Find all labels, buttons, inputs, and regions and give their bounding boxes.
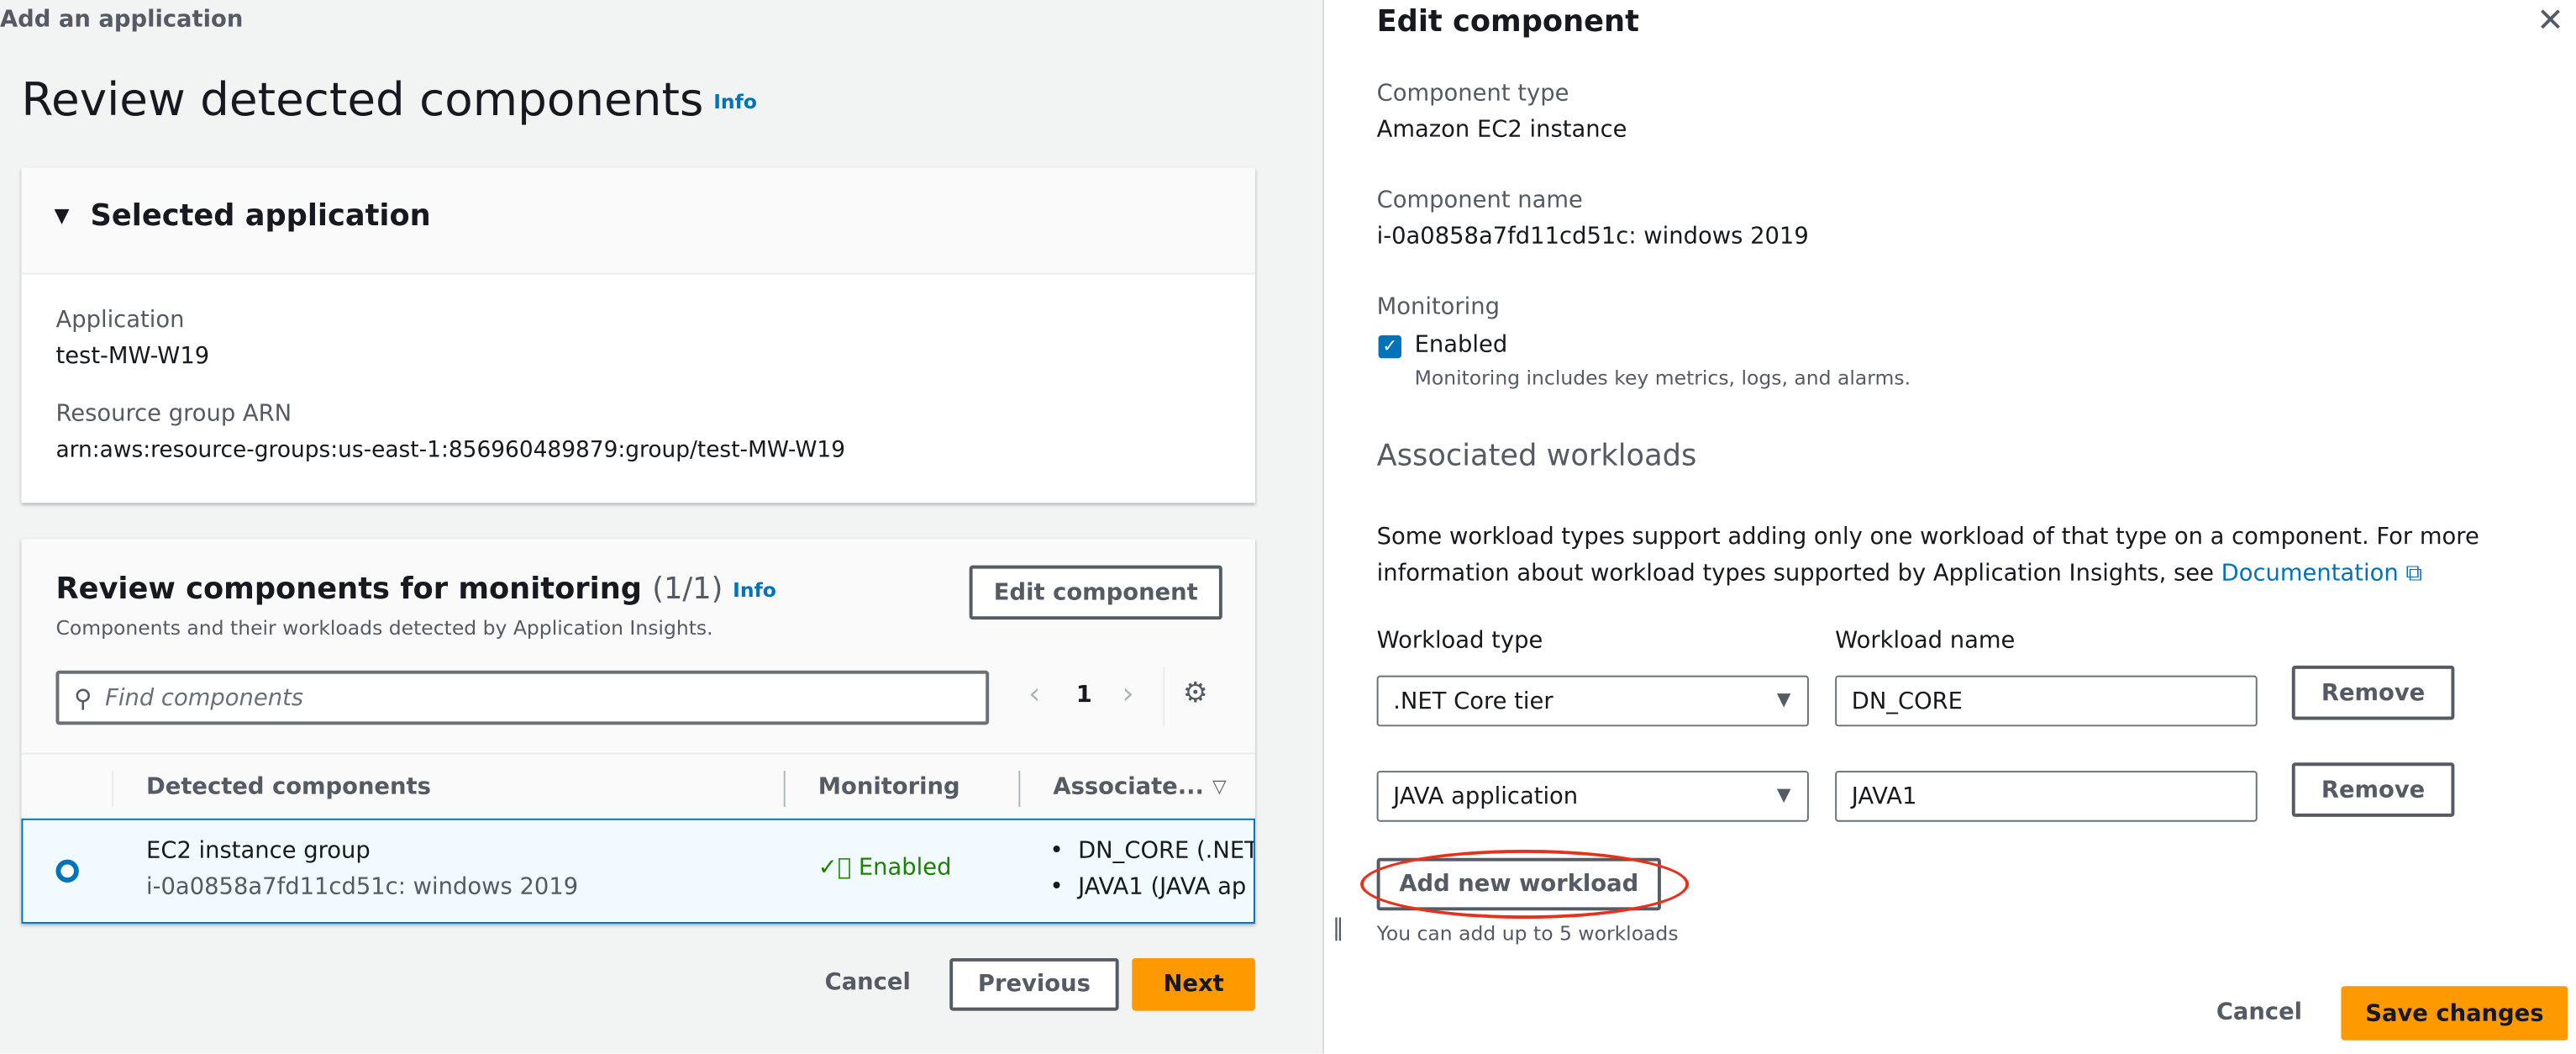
monitoring-hint: Monitoring includes key metrics, logs, a… (1414, 366, 1911, 390)
remove-workload-button[interactable]: Remove (2291, 665, 2455, 720)
component-name: EC2 instance group (146, 838, 371, 865)
gear-icon[interactable]: ⚙ (1183, 677, 1208, 710)
external-link-icon: ⧉ (2405, 560, 2422, 588)
workload-type-label: Workload type (1376, 627, 1543, 655)
column-header-associated-workloads[interactable]: Associate... (1053, 774, 1204, 800)
info-link[interactable]: Info (713, 91, 757, 113)
panel-title: Edit component (1376, 4, 1639, 40)
selected-application-card: ▼ Selected application Application test-… (21, 167, 1255, 503)
section-title: Selected application (90, 198, 431, 234)
chevron-right-icon[interactable]: › (1122, 677, 1134, 712)
resize-handle-icon[interactable]: ‖ (1333, 915, 1344, 941)
search-icon: ⚲ (73, 682, 92, 713)
save-changes-button[interactable]: Save changes (2341, 986, 2568, 1041)
previous-button[interactable]: Previous (949, 957, 1119, 1011)
workload-item: • JAVA1 (JAVA ap (1049, 874, 1247, 901)
panel-cancel-button[interactable]: Cancel (2216, 999, 2302, 1025)
page-number[interactable]: 1 (1076, 682, 1092, 708)
workload-type-select[interactable]: JAVA application ▼ (1376, 771, 1809, 822)
check-circle-icon: ✓⃝ (817, 854, 852, 882)
edit-component-panel: Edit component ✕ Component type Amazon E… (1322, 0, 2576, 1054)
row-radio[interactable] (55, 859, 79, 883)
component-type-label: Component type (1376, 80, 1569, 108)
review-title-text: Review components for monitoring (55, 572, 643, 607)
chevron-left-icon[interactable]: ‹ (1028, 677, 1040, 712)
workload-name-input[interactable]: JAVA1 (1835, 771, 2258, 822)
page-title-text: Review detected components (21, 72, 704, 127)
arn-value: arn:aws:resource-groups:us-east-1:856960… (55, 437, 846, 464)
add-workload-hint: You can add up to 5 workloads (1376, 921, 1679, 946)
column-header-monitoring[interactable]: Monitoring (818, 774, 960, 800)
monitoring-checkbox-label[interactable]: Enabled (1415, 332, 1508, 358)
workloads-header: Associated workloads (1376, 439, 1697, 474)
workload-text: DN_CORE (.NET (1078, 838, 1255, 865)
caret-down-icon: ▼ (1776, 783, 1791, 806)
monitoring-checkbox[interactable]: ✓ (1378, 335, 1401, 359)
review-count: (1/1) (652, 572, 723, 607)
column-header-detected-components[interactable]: Detected components (146, 774, 431, 800)
monitoring-label: Monitoring (1376, 294, 1501, 321)
annotation-circle (1360, 849, 1690, 920)
close-icon[interactable]: ✕ (2537, 0, 2564, 40)
workload-type-value: JAVA application (1393, 783, 1579, 810)
caret-down-icon: ▼ (54, 203, 70, 227)
search-input[interactable]: ⚲ Find components (55, 670, 990, 725)
component-id: i-0a0858a7fd11cd51c: windows 2019 (146, 874, 579, 901)
remove-workload-button[interactable]: Remove (2291, 762, 2455, 817)
workload-type-value: .NET Core tier (1393, 688, 1553, 714)
workload-text: JAVA1 (JAVA ap (1078, 874, 1247, 901)
breadcrumb: Add an application (0, 6, 244, 34)
main-page: Add an application Review detected compo… (0, 0, 1323, 1054)
component-type-value: Amazon EC2 instance (1376, 116, 1627, 144)
arn-label: Resource group ARN (55, 401, 292, 428)
table-header: Detected components Monitoring Associate… (21, 752, 1255, 820)
component-name-value: i-0a0858a7fd11cd51c: windows 2019 (1376, 223, 1809, 250)
documentation-link-text[interactable]: Documentation (2221, 561, 2399, 587)
application-value: test-MW-W19 (55, 343, 210, 370)
search-placeholder: Find components (105, 684, 304, 711)
caret-down-icon: ▼ (1776, 688, 1791, 710)
application-label: Application (55, 307, 185, 334)
info-link[interactable]: Info (733, 578, 776, 601)
page-title: Review detected components Info (21, 72, 757, 127)
next-button[interactable]: Next (1132, 957, 1255, 1011)
filter-caret-icon[interactable]: ▽ (1212, 776, 1227, 797)
workloads-description: Some workload types support adding only … (1377, 519, 2552, 592)
review-components-card: Review components for monitoring (1/1) In… (21, 539, 1255, 924)
workload-name-label: Workload name (1835, 627, 2016, 655)
workload-type-select[interactable]: .NET Core tier ▼ (1376, 675, 1809, 727)
status-badge: ✓⃝ Enabled (818, 855, 952, 881)
review-description: Components and their workloads detected … (55, 616, 713, 640)
review-title: Review components for monitoring (1/1) In… (55, 572, 775, 606)
component-name-label: Component name (1376, 187, 1583, 214)
workload-item: • DN_CORE (.NET (1050, 838, 1255, 865)
cancel-button[interactable]: Cancel (825, 970, 911, 996)
status-text: Enabled (858, 854, 952, 882)
documentation-link[interactable]: Documentation ⧉ (2221, 561, 2422, 587)
table-row[interactable]: EC2 instance group i-0a0858a7fd11cd51c: … (21, 818, 1255, 924)
workload-name-input[interactable]: DN_CORE (1835, 675, 2258, 727)
edit-component-button[interactable]: Edit component (969, 565, 1222, 620)
selected-application-header[interactable]: ▼ Selected application (21, 167, 1255, 275)
